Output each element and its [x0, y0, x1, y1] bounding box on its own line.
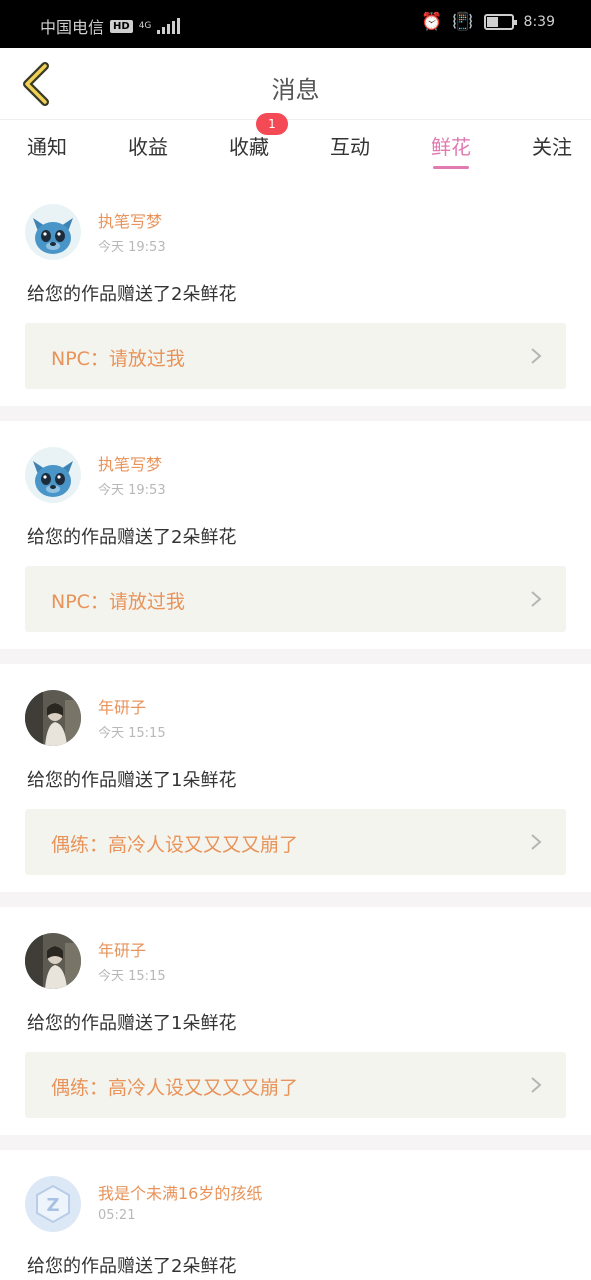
work-title: NPC：请放过我: [51, 348, 185, 370]
alarm-icon: ⏰: [421, 12, 443, 32]
work-link[interactable]: 偶练：高冷人设又又又又崩了: [25, 1052, 566, 1118]
work-link[interactable]: NPC：请放过我: [25, 566, 566, 632]
tab-follows[interactable]: 关注: [527, 121, 577, 177]
tab-label: 鲜花: [431, 135, 471, 159]
username[interactable]: 我是个未满16岁的孩纸: [98, 1180, 262, 1204]
avatar[interactable]: [25, 933, 81, 989]
tab-label: 关注: [532, 135, 572, 159]
divider: [0, 892, 591, 907]
username[interactable]: 执笔写梦: [98, 451, 162, 475]
default-avatar-icon: Z: [25, 1176, 81, 1232]
work-link[interactable]: 偶练：高冷人设又又又又崩了: [25, 809, 566, 875]
avatar[interactable]: [25, 690, 81, 746]
tab-bar: 通知 收益 收藏 1 互动 鲜花 关注: [0, 113, 591, 177]
tab-flowers[interactable]: 鲜花: [426, 121, 476, 177]
status-right: ⏰ 📳 8:39: [421, 12, 555, 32]
stitch-avatar-icon: [25, 204, 81, 260]
timestamp: 05:21: [98, 1208, 136, 1223]
photo-avatar-icon: [25, 933, 81, 989]
work-title: 偶练：高冷人设又又又又崩了: [51, 1077, 299, 1099]
list-item: Z 我是个未满16岁的孩纸 05:21 给您的作品赠送了2朵鲜花: [0, 1150, 591, 1280]
signal-icon: [157, 18, 181, 34]
username[interactable]: 年研子: [98, 937, 146, 961]
list-item: 年研子 今天 15:15 给您的作品赠送了1朵鲜花 偶练：高冷人设又又又又崩了: [0, 664, 591, 892]
divider: [0, 406, 591, 421]
tab-label: 互动: [330, 135, 370, 159]
work-title: NPC：请放过我: [51, 591, 185, 613]
tab-favorites[interactable]: 收藏 1: [224, 113, 288, 177]
tab-label: 通知: [27, 135, 67, 159]
list-item: 执笔写梦 今天 19:53 给您的作品赠送了2朵鲜花 NPC：请放过我: [0, 421, 591, 649]
tab-interactions[interactable]: 互动: [325, 121, 375, 177]
chevron-right-icon: [531, 348, 542, 364]
status-time: 8:39: [523, 14, 555, 30]
network-label: 4G: [138, 20, 152, 31]
username[interactable]: 执笔写梦: [98, 208, 162, 232]
divider: [0, 649, 591, 664]
vibrate-icon: 📳: [452, 12, 474, 32]
carrier-label: 中国电信: [40, 18, 105, 37]
list-item: 执笔写梦 今天 19:53 给您的作品赠送了2朵鲜花 NPC：请放过我: [0, 178, 591, 406]
divider: [0, 1135, 591, 1150]
timestamp: 今天 19:53: [98, 240, 166, 255]
avatar[interactable]: [25, 204, 81, 260]
stitch-avatar-icon: [25, 447, 81, 503]
header: 消息: [0, 48, 591, 120]
battery-fill: [486, 17, 498, 27]
message-list: 执笔写梦 今天 19:53 给您的作品赠送了2朵鲜花 NPC：请放过我 执笔写梦: [0, 178, 591, 1280]
timestamp: 今天 15:15: [98, 969, 166, 984]
work-link[interactable]: NPC：请放过我: [25, 323, 566, 389]
message-text: 给您的作品赠送了1朵鲜花: [27, 770, 237, 791]
message-text: 给您的作品赠送了2朵鲜花: [27, 527, 237, 548]
page-title: 消息: [271, 76, 320, 104]
chevron-right-icon: [531, 1077, 542, 1093]
hd-icon: HD: [110, 19, 133, 33]
svg-text:Z: Z: [46, 1195, 59, 1216]
message-text: 给您的作品赠送了1朵鲜花: [27, 1013, 237, 1034]
photo-avatar-icon: [25, 690, 81, 746]
chevron-right-icon: [531, 591, 542, 607]
tab-earnings[interactable]: 收益: [123, 121, 173, 177]
chevron-right-icon: [531, 834, 542, 850]
timestamp: 今天 15:15: [98, 726, 166, 741]
list-item: 年研子 今天 15:15 给您的作品赠送了1朵鲜花 偶练：高冷人设又又又又崩了: [0, 907, 591, 1135]
timestamp: 今天 19:53: [98, 483, 166, 498]
work-title: 偶练：高冷人设又又又又崩了: [51, 834, 299, 856]
message-text: 给您的作品赠送了2朵鲜花: [27, 284, 237, 305]
avatar[interactable]: [25, 447, 81, 503]
unread-badge: 1: [256, 113, 288, 135]
tab-notifications[interactable]: 通知: [22, 121, 72, 177]
tab-label: 收藏: [229, 135, 269, 159]
username[interactable]: 年研子: [98, 694, 146, 718]
tab-label: 收益: [128, 135, 168, 159]
message-text: 给您的作品赠送了2朵鲜花: [27, 1256, 237, 1277]
battery-icon: [483, 14, 517, 30]
status-bar: 中国电信 HD 4G ⏰ 📳 8:39: [0, 0, 591, 48]
status-left: 中国电信 HD 4G: [40, 14, 181, 38]
avatar[interactable]: Z: [25, 1176, 81, 1232]
